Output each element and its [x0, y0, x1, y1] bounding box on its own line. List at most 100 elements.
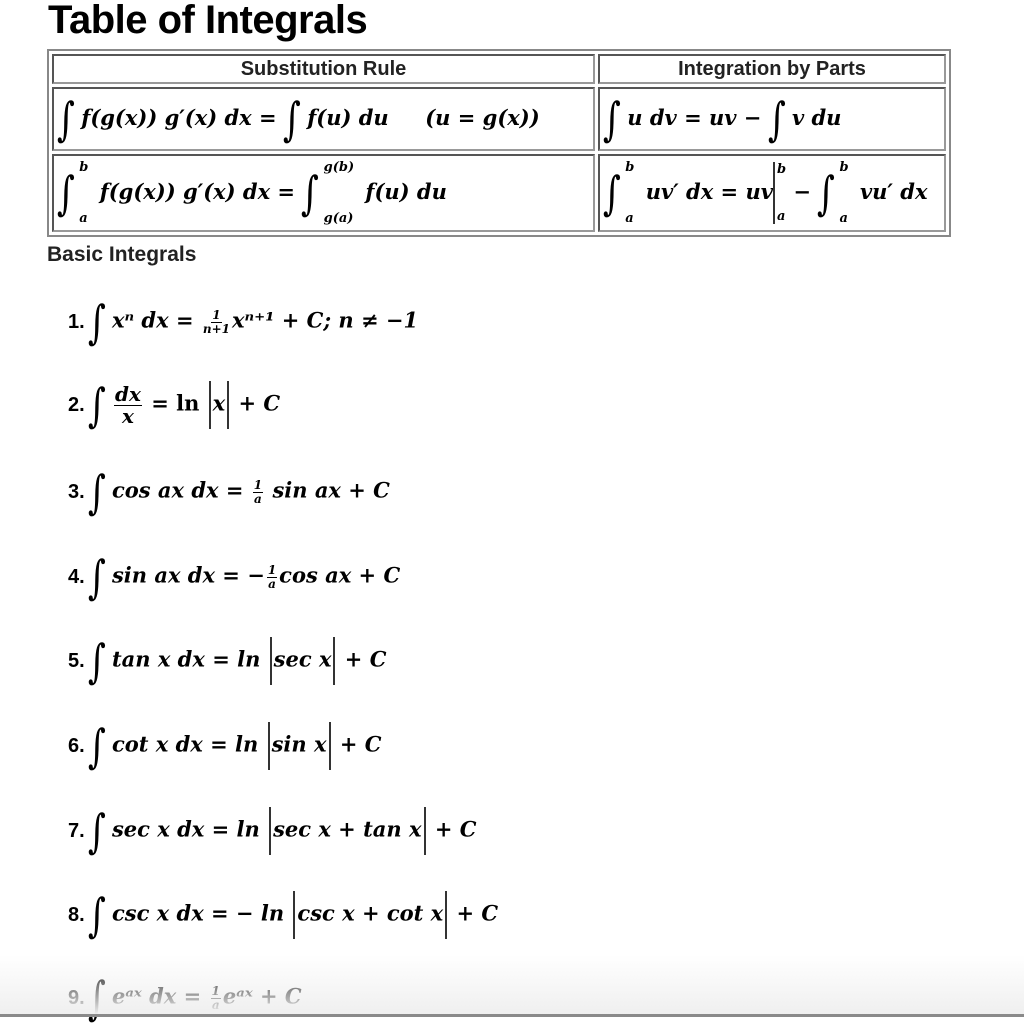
item-number: 8. [68, 903, 85, 926]
evaluation-bar: ba [772, 162, 787, 224]
equals-sign: = [175, 307, 194, 333]
lower-limit: a [79, 211, 88, 226]
equals-sign: = [684, 104, 702, 130]
table-row-definite: ∫ b a f(g(x)) g′(x) dx = ∫ g(b) g(a) f(u… [52, 154, 946, 232]
upper-limit: b [79, 160, 89, 175]
abs-content: sin x [271, 731, 327, 757]
integral-sign: ∫ [602, 92, 621, 146]
integral-limits: g(b) g(a) [323, 160, 355, 226]
lower-limit: a [625, 211, 634, 226]
abs-bar [269, 807, 272, 855]
bottom-fade [0, 955, 1024, 1015]
integral-limits: b a [79, 160, 89, 226]
result: sin ax + C [272, 477, 390, 503]
abs-bar [227, 381, 230, 429]
integral-sign: ∫ [767, 92, 786, 146]
integrand: cos ax dx = [111, 477, 244, 503]
abs-bar [328, 722, 331, 770]
abs-bar [269, 637, 272, 685]
result: + C [238, 390, 281, 416]
integral-sign: ∫ [87, 465, 106, 519]
page-title: Table of Integrals [48, 0, 368, 42]
list-item: 1. ∫ xⁿ dx = 1 n+1 xⁿ⁺¹ + C; n ≠ −1 [68, 287, 418, 357]
item-number: 1. [68, 310, 85, 333]
integrand: xⁿ dx [111, 307, 169, 333]
formula-term: uv − [708, 104, 762, 130]
fraction: 1a [252, 477, 264, 506]
upper-limit: b [839, 160, 849, 175]
result: + C [339, 731, 382, 757]
result: + C [456, 900, 499, 926]
item-number: 7. [68, 819, 85, 842]
integral-sign: ∫ [87, 888, 106, 942]
abs-content: sec x + tan x [273, 816, 422, 842]
list-item: 6. ∫ cot x dx = ln sin x + C [68, 711, 381, 781]
integral-limits: b a [839, 160, 849, 226]
abs-bar [208, 381, 211, 429]
list-item: 8. ∫ csc x dx = − ln csc x + cot x + C [68, 880, 498, 950]
rules-table: Substitution Rule Integration by Parts ∫… [47, 49, 951, 237]
formula-term: f(g(x)) g′(x) dx [99, 178, 271, 204]
list-item: 7. ∫ sec x dx = ln sec x + tan x + C [68, 796, 476, 866]
list-item: 4. ∫ sin ax dx = −1 a cos ax + C [68, 542, 400, 612]
integral-sign: ∫ [87, 295, 106, 349]
abs-content: sec x [273, 646, 332, 672]
formula-term: vu′ dx [859, 178, 928, 204]
integral-sign: ∫ [87, 550, 106, 604]
integral-sign: ∫ [282, 92, 301, 146]
equals-sign: = [720, 178, 739, 204]
formula-term: f(g(x)) g′(x) dx [81, 104, 252, 130]
table-header-row: Substitution Rule Integration by Parts [52, 54, 946, 84]
fraction: 1 n+1 [203, 309, 230, 335]
item-number: 4. [68, 565, 85, 588]
numerator: 1 [211, 307, 222, 323]
list-item: 3. ∫ cos ax dx = 1a sin ax + C [68, 457, 390, 527]
abs-bar [423, 807, 426, 855]
lower-limit: a [839, 211, 848, 226]
substitution-indefinite-formula: ∫ f(g(x)) g′(x) dx = ∫ f(u) du (u = g(x)… [52, 87, 595, 151]
formula-term: uv′ dx [645, 178, 714, 204]
numerator: 1 [252, 477, 264, 493]
header-integration-by-parts: Integration by Parts [598, 54, 946, 84]
integral-sign: ∫ [87, 378, 106, 432]
list-item: 2. ∫ dx x = ln x + C [68, 370, 280, 440]
result: = ln [151, 390, 200, 416]
integrand: sec x dx = ln [111, 816, 260, 842]
upper-limit: g(b) [323, 160, 355, 175]
equals-sign: = [277, 178, 296, 204]
result: + C [344, 646, 387, 672]
fraction: dx x [113, 383, 142, 428]
header-substitution-rule: Substitution Rule [52, 54, 595, 84]
abs-bar [267, 722, 270, 770]
upper-limit: b [625, 160, 635, 175]
integral-limits: b a [625, 160, 635, 226]
integral-sign: ∫ [87, 719, 106, 773]
integral-sign: ∫ [602, 166, 621, 220]
upper-limit: b [776, 162, 787, 177]
denominator: x [121, 403, 134, 428]
substitution-note: (u = g(x)) [425, 104, 540, 130]
abs-bar [333, 637, 336, 685]
result: cos ax + C [279, 562, 401, 588]
substitution-definite-formula: ∫ b a f(g(x)) g′(x) dx = ∫ g(b) g(a) f(u… [52, 154, 595, 232]
result: + C [434, 816, 477, 842]
abs-bar [445, 891, 448, 939]
formula-term: f(u) du [365, 178, 447, 204]
integrand: tan x dx = ln [111, 646, 261, 672]
abs-content: x [212, 390, 226, 416]
parts-indefinite-formula: ∫ u dv = uv − ∫ v du [598, 87, 946, 151]
result: xⁿ⁺¹ + C; n ≠ −1 [232, 307, 419, 333]
integral-sign: ∫ [56, 166, 75, 220]
integral-sign: ∫ [87, 804, 106, 858]
fraction: 1a [266, 564, 278, 591]
denominator: a [268, 576, 276, 591]
denominator: a [254, 491, 262, 506]
integral-sign: ∫ [87, 634, 106, 688]
lower-limit: g(a) [323, 211, 354, 226]
formula-term: v du [791, 104, 842, 130]
item-number: 3. [68, 480, 85, 503]
abs-bar [293, 891, 296, 939]
section-heading-basic-integrals: Basic Integrals [47, 243, 197, 266]
formula-term: uv [745, 178, 773, 204]
integral-sign: ∫ [56, 92, 75, 146]
